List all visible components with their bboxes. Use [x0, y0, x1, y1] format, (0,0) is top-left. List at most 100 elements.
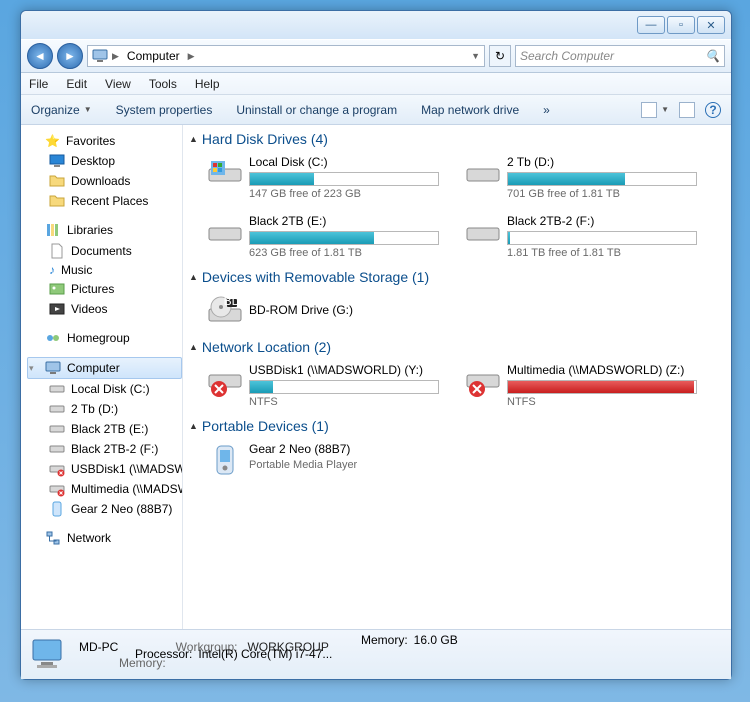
- usage-bar: [507, 231, 697, 245]
- category-portable[interactable]: ▲Portable Devices (1): [189, 416, 721, 438]
- hdd-icon: [465, 214, 501, 250]
- memory-value: 16.0 GB: [414, 633, 458, 647]
- menu-view[interactable]: View: [105, 77, 131, 91]
- category-hdd[interactable]: ▲Hard Disk Drives (4): [189, 129, 721, 151]
- sidebar-item-music[interactable]: ♪Music: [27, 261, 182, 279]
- sidebar-libraries[interactable]: Libraries: [27, 219, 182, 241]
- breadcrumb-computer[interactable]: Computer: [123, 49, 184, 63]
- network-drive-error-icon: [207, 363, 243, 399]
- nav-pane: ⭐ Favorites Desktop Downloads Recent Pla…: [21, 125, 183, 629]
- address-bar[interactable]: ▶ Computer ▶ ▼: [87, 45, 485, 67]
- bdrom-icon: BD: [207, 293, 243, 329]
- processor-label: Processor:: [135, 647, 192, 661]
- map-drive-button[interactable]: Map network drive: [421, 103, 519, 117]
- details-pane: MD-PC Workgroup: WORKGROUP Memory: Memor…: [21, 629, 731, 679]
- filesystem: NTFS: [249, 396, 443, 408]
- network-icon: [45, 530, 61, 546]
- sidebar-network[interactable]: Network: [27, 527, 182, 549]
- uninstall-button[interactable]: Uninstall or change a program: [236, 103, 397, 117]
- sidebar-item-downloads[interactable]: Downloads: [27, 171, 182, 191]
- menu-tools[interactable]: Tools: [149, 77, 177, 91]
- back-button[interactable]: ◄: [27, 43, 53, 69]
- refresh-button[interactable]: ↻: [489, 45, 511, 67]
- chevron-down-icon: ▾: [29, 363, 39, 374]
- free-space: 623 GB free of 1.81 TB: [249, 247, 443, 259]
- forward-button[interactable]: ►: [57, 43, 83, 69]
- sidebar-computer[interactable]: ▾ Computer: [27, 357, 182, 379]
- hdd-icon: [207, 155, 243, 191]
- sidebar-item-desktop[interactable]: Desktop: [27, 151, 182, 171]
- drive-f[interactable]: Black 2TB-2 (F:) 1.81 TB free of 1.81 TB: [461, 210, 705, 263]
- breadcrumb-chevron-icon[interactable]: ▶: [112, 51, 119, 62]
- music-icon: ♪: [49, 263, 55, 277]
- search-icon: 🔍: [705, 49, 720, 63]
- drive-label: Gear 2 Neo (88B7): [249, 442, 443, 456]
- drive-d[interactable]: 2 Tb (D:) 701 GB free of 1.81 TB: [461, 151, 705, 204]
- sidebar-item-drive-e[interactable]: Black 2TB (E:): [27, 419, 182, 439]
- sidebar-item-gear[interactable]: Gear 2 Neo (88B7): [27, 499, 182, 519]
- drive-icon: [49, 381, 65, 397]
- sidebar-item-drive-d[interactable]: 2 Tb (D:): [27, 399, 182, 419]
- sidebar-item-pictures[interactable]: Pictures: [27, 279, 182, 299]
- sidebar-item-recent[interactable]: Recent Places: [27, 191, 182, 211]
- view-options-button[interactable]: ▼: [641, 102, 669, 118]
- drive-label: Multimedia (\\MADSWORLD) (Z:): [507, 363, 701, 377]
- sidebar-item-drive-c[interactable]: Local Disk (C:): [27, 379, 182, 399]
- drive-g[interactable]: BD BD-ROM Drive (G:): [203, 289, 447, 333]
- drive-e[interactable]: Black 2TB (E:) 623 GB free of 1.81 TB: [203, 210, 447, 263]
- drive-y[interactable]: USBDisk1 (\\MADSWORLD) (Y:) NTFS: [203, 359, 447, 412]
- help-button[interactable]: ?: [705, 102, 721, 118]
- sidebar-item-videos[interactable]: Videos: [27, 299, 182, 319]
- search-placeholder: Search Computer: [520, 49, 614, 63]
- sidebar-item-drive-z[interactable]: Multimedia (\\MADSWORLD): [27, 479, 182, 499]
- sidebar-item-documents[interactable]: Documents: [27, 241, 182, 261]
- usage-bar: [507, 380, 697, 394]
- desktop-icon: [49, 153, 65, 169]
- network-drive-error-icon: [49, 481, 65, 497]
- sidebar-homegroup[interactable]: Homegroup: [27, 327, 182, 349]
- category-network[interactable]: ▲Network Location (2): [189, 337, 721, 359]
- content-pane: ▲Hard Disk Drives (4) Local Disk (C:) 14…: [183, 125, 731, 629]
- drive-gear[interactable]: Gear 2 Neo (88B7) Portable Media Player: [203, 438, 447, 482]
- system-properties-button[interactable]: System properties: [116, 103, 213, 117]
- menu-edit[interactable]: Edit: [66, 77, 87, 91]
- processor-value: Intel(R) Core(TM) i7-47...: [198, 647, 332, 661]
- computer-icon: [31, 636, 69, 674]
- organize-button[interactable]: Organize▼: [31, 103, 92, 117]
- collapse-icon: ▲: [189, 342, 198, 352]
- history-dropdown-icon[interactable]: ▼: [471, 51, 480, 61]
- breadcrumb-chevron-icon[interactable]: ▶: [188, 51, 195, 62]
- device-icon: [49, 501, 65, 517]
- sidebar-item-drive-f[interactable]: Black 2TB-2 (F:): [27, 439, 182, 459]
- network-drive-error-icon: [49, 461, 65, 477]
- preview-pane-button[interactable]: [679, 102, 695, 118]
- maximize-button[interactable]: ▫: [667, 16, 695, 34]
- search-box[interactable]: Search Computer 🔍: [515, 45, 725, 67]
- videos-icon: [49, 301, 65, 317]
- menu-file[interactable]: File: [29, 77, 48, 91]
- close-button[interactable]: ✕: [697, 16, 725, 34]
- minimize-button[interactable]: —: [637, 16, 665, 34]
- toolbar-overflow-icon[interactable]: »: [543, 103, 550, 117]
- drive-label: Local Disk (C:): [249, 155, 443, 169]
- category-removable[interactable]: ▲Devices with Removable Storage (1): [189, 267, 721, 289]
- sidebar-item-drive-y[interactable]: USBDisk1 (\\MADSWORLD): [27, 459, 182, 479]
- sidebar-favorites[interactable]: ⭐ Favorites: [27, 131, 182, 151]
- drive-z[interactable]: Multimedia (\\MADSWORLD) (Z:) NTFS: [461, 359, 705, 412]
- drive-subtitle: Portable Media Player: [249, 459, 443, 471]
- usage-bar: [507, 172, 697, 186]
- star-icon: ⭐: [45, 134, 60, 148]
- nav-bar: ◄ ► ▶ Computer ▶ ▼ ↻ Search Computer 🔍: [21, 39, 731, 73]
- libraries-icon: [45, 222, 61, 238]
- titlebar[interactable]: — ▫ ✕: [21, 11, 731, 39]
- explorer-window: — ▫ ✕ ◄ ► ▶ Computer ▶ ▼ ↻ Search Comput…: [20, 10, 732, 680]
- homegroup-icon: [45, 330, 61, 346]
- menu-help[interactable]: Help: [195, 77, 220, 91]
- drive-label: 2 Tb (D:): [507, 155, 701, 169]
- drive-c[interactable]: Local Disk (C:) 147 GB free of 223 GB: [203, 151, 447, 204]
- drive-icon: [49, 401, 65, 417]
- toolbar: Organize▼ System properties Uninstall or…: [21, 95, 731, 125]
- menu-bar: File Edit View Tools Help: [21, 73, 731, 95]
- free-space: 1.81 TB free of 1.81 TB: [507, 247, 701, 259]
- pictures-icon: [49, 281, 65, 297]
